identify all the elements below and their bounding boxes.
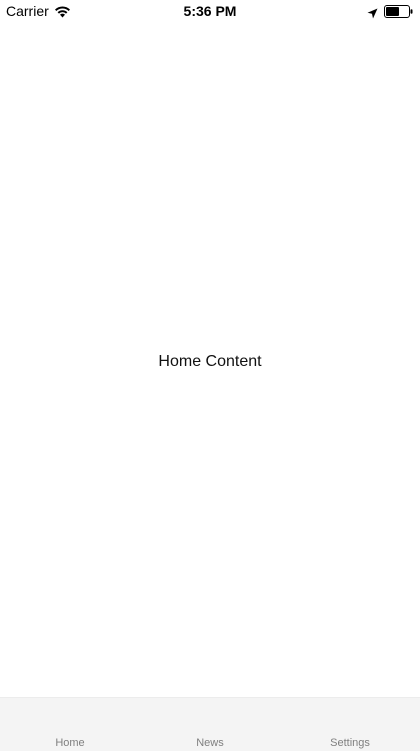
wifi-icon bbox=[54, 5, 71, 18]
status-left: Carrier bbox=[6, 3, 146, 19]
status-right bbox=[274, 4, 414, 18]
battery-icon bbox=[384, 4, 414, 18]
tab-bar: Home News Settings bbox=[0, 697, 420, 751]
carrier-label: Carrier bbox=[6, 3, 49, 19]
main-content: Home Content bbox=[0, 22, 420, 697]
app-screen: Carrier 5:36 PM Home Content Home News S… bbox=[0, 0, 420, 751]
home-content-text: Home Content bbox=[158, 352, 262, 370]
tab-news-label: News bbox=[196, 737, 224, 749]
status-time: 5:36 PM bbox=[183, 3, 237, 19]
tab-home-label: Home bbox=[55, 737, 85, 749]
status-bar: Carrier 5:36 PM bbox=[0, 0, 420, 22]
tab-settings[interactable]: Settings bbox=[280, 698, 420, 751]
tab-settings-label: Settings bbox=[330, 737, 370, 749]
tab-home[interactable]: Home bbox=[0, 698, 140, 751]
location-icon bbox=[367, 6, 378, 18]
tab-news[interactable]: News bbox=[140, 698, 280, 751]
